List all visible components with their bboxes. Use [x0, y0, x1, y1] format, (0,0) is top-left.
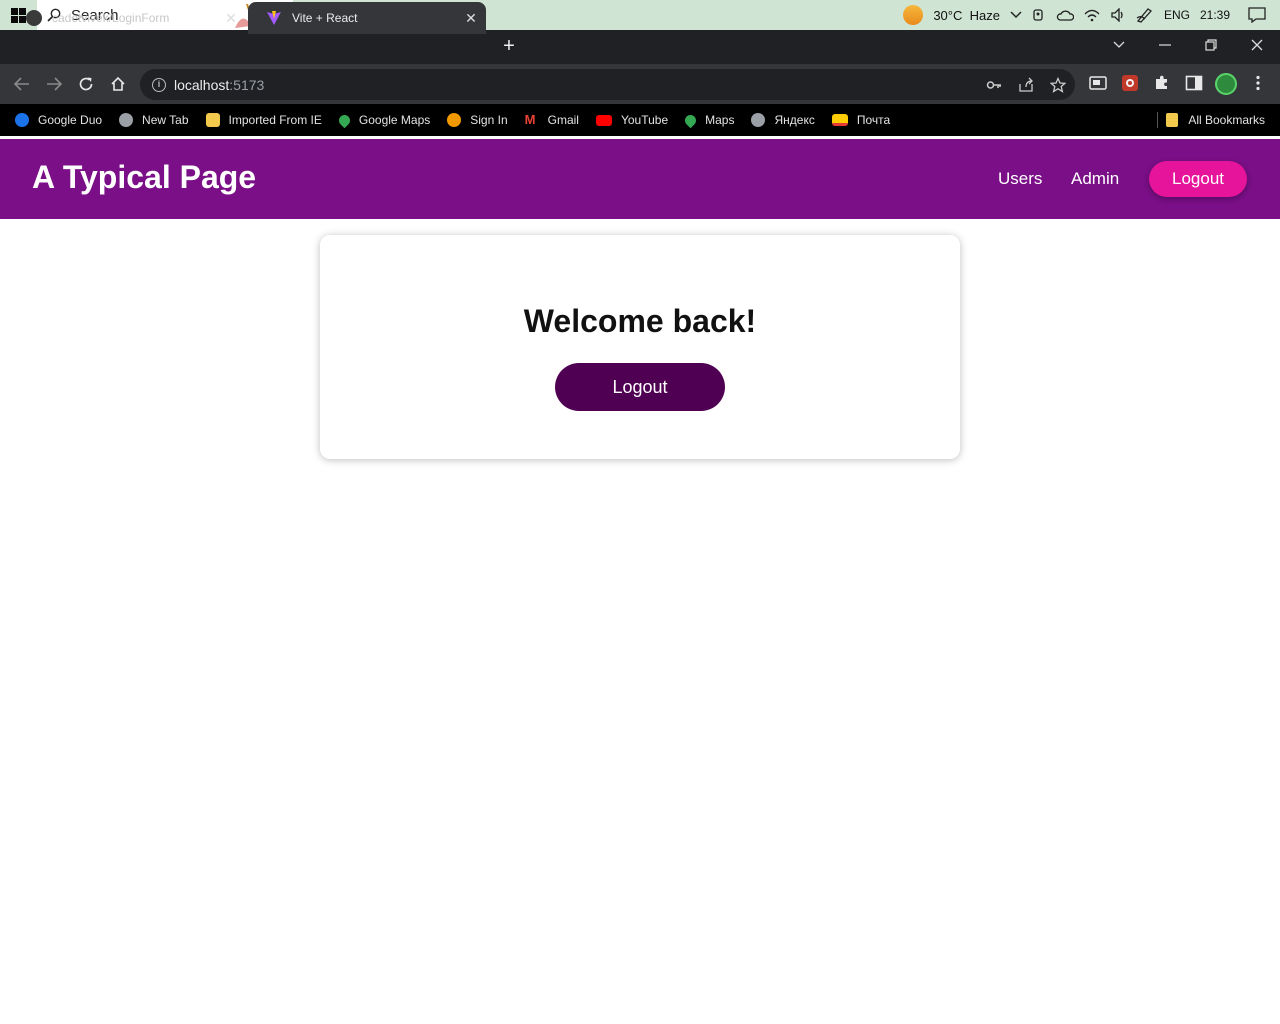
tab-close-icon[interactable]: ✕ — [464, 11, 478, 25]
gmail-icon: M — [524, 112, 536, 127]
pen-workspace-icon[interactable] — [1136, 7, 1154, 23]
profile-avatar[interactable] — [1215, 73, 1237, 95]
tab-title: cadetvivek/LoginForm — [52, 11, 170, 25]
bookmark-label: Imported From IE — [228, 113, 322, 127]
globe-icon — [119, 113, 134, 127]
bookmark-new-tab[interactable]: New Tab — [119, 113, 189, 127]
weather-widget[interactable]: 30°C Haze — [903, 5, 1000, 25]
bookmarks-bar: Google Duo New Tab Imported From IE Goog… — [0, 104, 1280, 136]
side-panel-icon[interactable] — [1185, 74, 1203, 92]
new-tab-plus-icon[interactable]: + — [498, 36, 520, 58]
welcome-heading: Welcome back! — [523, 303, 757, 339]
reload-icon[interactable] — [76, 74, 96, 94]
mail-icon — [831, 114, 848, 126]
bookmark-label: Maps — [705, 113, 735, 127]
input-language-indicator[interactable]: ENG — [1164, 8, 1190, 22]
bookmark-youtube[interactable]: YouTube — [595, 113, 669, 127]
folder-icon — [205, 113, 220, 127]
bookmark-label: Gmail — [547, 113, 579, 127]
globe-icon — [751, 113, 766, 127]
extension-red-icon[interactable] — [1121, 74, 1139, 92]
bookmark-google-maps[interactable]: Google Maps — [336, 112, 431, 128]
system-tray: 30°C Haze ENG 21:39 — [903, 0, 1280, 30]
browser-tab-strip — [0, 30, 1280, 64]
browser-tab-vite-react[interactable]: Vite + React ✕ — [248, 2, 486, 34]
site-header: A Typical Page Users Admin Logout — [0, 139, 1280, 219]
bookmark-yandex[interactable]: Яндекс — [751, 113, 815, 127]
bookmarks-separator — [1157, 112, 1158, 128]
tab-title: Vite + React — [292, 11, 358, 25]
back-arrow-icon[interactable] — [12, 74, 32, 94]
close-window-icon[interactable] — [1234, 30, 1280, 60]
site-info-icon[interactable]: i — [152, 77, 166, 92]
bookmark-gmail[interactable]: M Gmail — [524, 112, 579, 128]
google-duo-icon — [15, 113, 29, 127]
tab-search-chevron-icon[interactable] — [1096, 30, 1142, 60]
bookmark-label: Яндекс — [774, 113, 815, 127]
bookmark-label: New Tab — [142, 113, 189, 127]
weather-description: Haze — [969, 7, 1000, 23]
maps-pin-icon — [336, 112, 353, 128]
weather-haze-icon — [903, 5, 924, 25]
github-favicon-icon — [26, 10, 42, 26]
wifi-icon[interactable] — [1084, 8, 1100, 22]
address-host: localhost — [174, 76, 230, 93]
bookmark-maps[interactable]: Maps — [682, 112, 735, 128]
address-port: :5173 — [229, 76, 265, 93]
bookmark-star-icon[interactable] — [1050, 77, 1066, 93]
folder-icon — [1166, 113, 1179, 127]
card-logout-button[interactable]: Logout — [555, 363, 725, 411]
more-menu-dots-icon[interactable] — [1249, 74, 1267, 92]
minimize-window-icon[interactable] — [1142, 30, 1188, 60]
tray-overflow-chevron-icon[interactable] — [1010, 11, 1022, 19]
forward-arrow-icon[interactable] — [44, 74, 64, 94]
browser-toolbar: i localhost:5173 — [0, 64, 1280, 104]
picture-in-picture-icon[interactable] — [1089, 74, 1107, 92]
browser-tab-github[interactable]: cadetvivek/LoginForm ✕ — [8, 2, 246, 34]
bookmark-label: Sign In — [470, 113, 508, 127]
bookmark-label: Google Maps — [358, 113, 431, 127]
address-bar[interactable]: i localhost:5173 — [140, 69, 1075, 100]
youtube-icon — [595, 114, 612, 126]
onedrive-cloud-icon[interactable] — [1056, 9, 1074, 21]
welcome-card: Welcome back! Logout — [320, 235, 960, 459]
password-key-icon[interactable] — [986, 77, 1002, 93]
bookmark-label: YouTube — [620, 113, 669, 127]
restore-window-icon[interactable] — [1188, 30, 1234, 60]
share-icon[interactable] — [1018, 77, 1034, 93]
weather-temperature: 30°C — [933, 7, 963, 23]
notification-center-icon[interactable] — [1248, 7, 1266, 23]
meet-now-icon[interactable] — [1032, 8, 1046, 22]
volume-icon[interactable] — [1110, 8, 1126, 22]
home-icon[interactable] — [108, 74, 128, 94]
all-bookmarks-label: All Bookmarks — [1188, 113, 1265, 127]
bookmark-label: Google Duo — [38, 113, 103, 127]
clock-time[interactable]: 21:39 — [1200, 8, 1230, 22]
bookmark-sign-in[interactable]: Sign In — [447, 113, 508, 127]
bookmark-pochta[interactable]: Почта — [831, 113, 891, 127]
maps-pin-icon — [682, 112, 699, 128]
extensions-puzzle-icon[interactable] — [1153, 74, 1171, 92]
page-title: A Typical Page — [32, 159, 257, 195]
nav-link-users[interactable]: Users — [998, 169, 1042, 189]
sign-in-icon — [447, 113, 462, 127]
all-bookmarks-button[interactable]: All Bookmarks — [1166, 104, 1265, 136]
header-logout-button[interactable]: Logout — [1149, 161, 1247, 197]
bookmark-imported-from-ie[interactable]: Imported From IE — [205, 113, 322, 127]
bookmark-label: Почта — [856, 113, 891, 127]
tab-close-icon[interactable]: ✕ — [224, 11, 238, 25]
vite-favicon-icon — [267, 11, 281, 25]
nav-link-admin[interactable]: Admin — [1071, 169, 1119, 189]
bookmark-google-duo[interactable]: Google Duo — [15, 113, 102, 127]
